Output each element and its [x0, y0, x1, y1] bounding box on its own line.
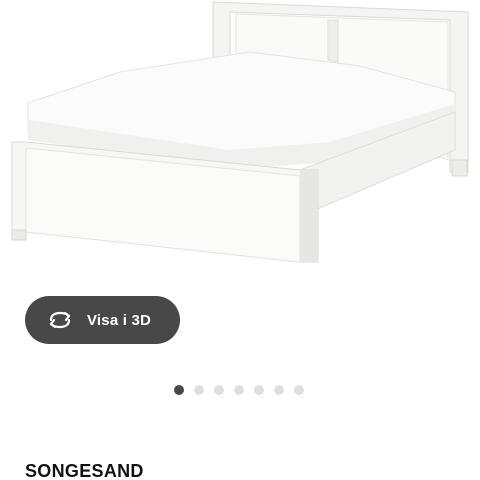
- product-name: SONGESAND: [25, 461, 144, 480]
- carousel-dot-2[interactable]: [194, 385, 204, 395]
- view-in-3d-button[interactable]: Visa i 3D: [25, 296, 180, 344]
- carousel-dot-4[interactable]: [234, 385, 244, 395]
- carousel-dot-1[interactable]: [174, 385, 184, 395]
- rotate-3d-icon: [47, 309, 73, 331]
- view-in-3d-label: Visa i 3D: [87, 311, 152, 329]
- carousel-dot-5[interactable]: [254, 385, 264, 395]
- carousel-dot-3[interactable]: [214, 385, 224, 395]
- carousel-dot-7[interactable]: [294, 385, 304, 395]
- image-carousel-dots: [174, 385, 304, 395]
- product-image[interactable]: [0, 0, 480, 280]
- carousel-dot-6[interactable]: [274, 385, 284, 395]
- product-page: Visa i 3D SONGESAND: [0, 0, 480, 480]
- bed-image: [11, 1, 469, 263]
